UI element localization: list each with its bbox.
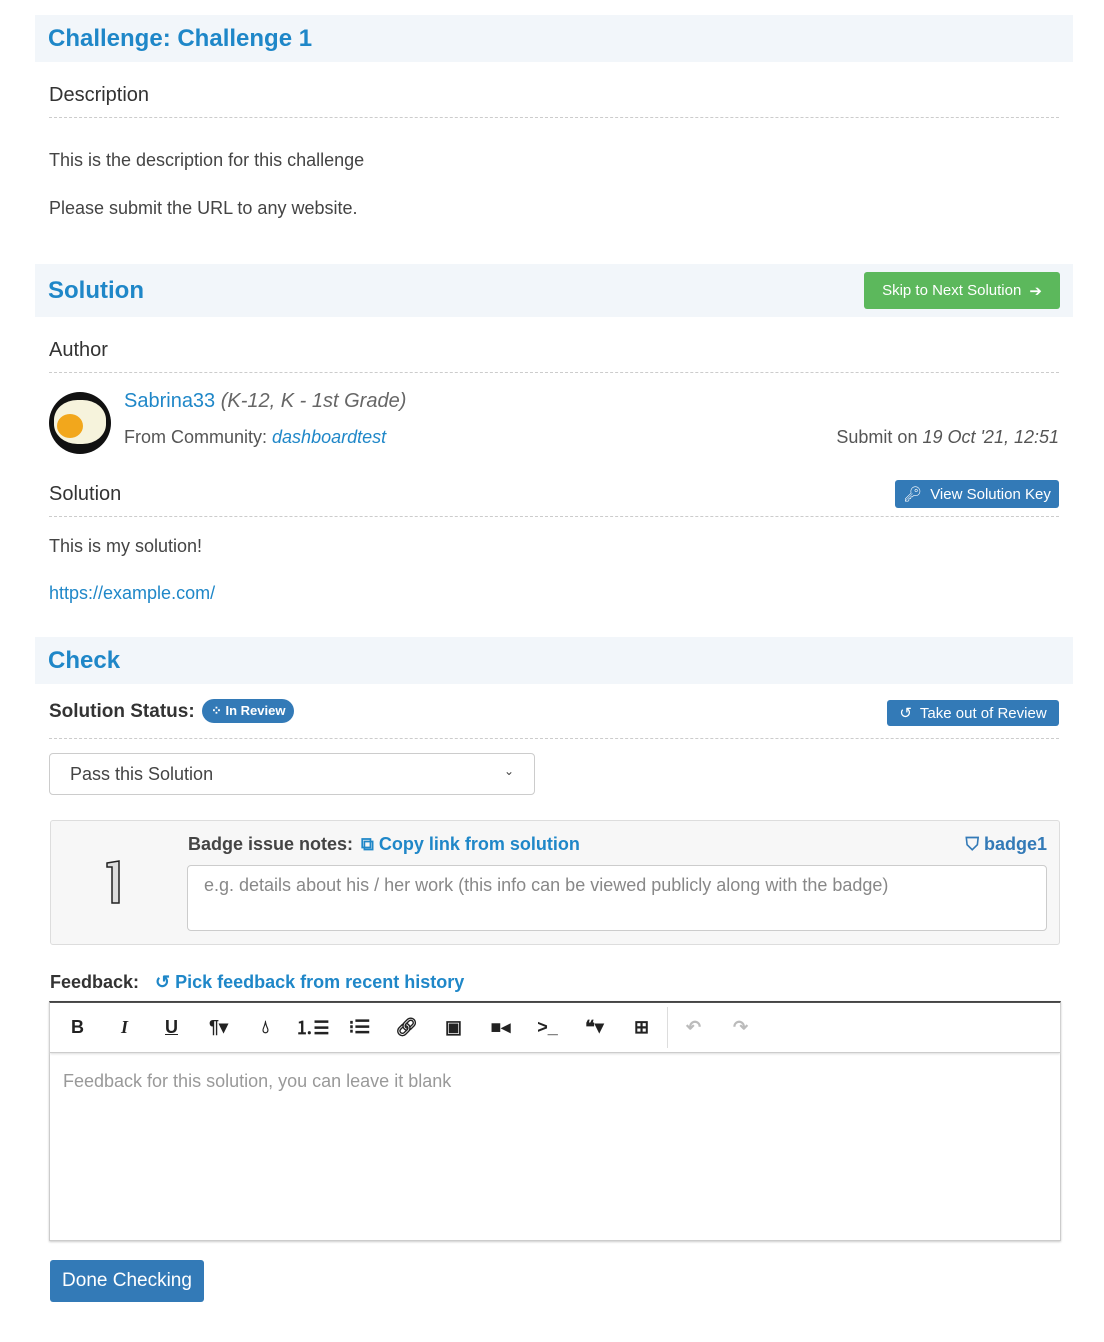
badge-notes-textarea[interactable]: e.g. details about his / her work (this … [187, 865, 1047, 931]
quote-icon[interactable]: ❝▾ [571, 1003, 618, 1051]
paragraph-icon[interactable]: ¶▾ [195, 1003, 242, 1051]
undo-icon: ↺ [899, 705, 912, 722]
ordered-list-icon[interactable]: ⒈☰ [289, 1003, 336, 1051]
unordered-list-icon[interactable]: ⁝☰ [336, 1003, 383, 1051]
italic-icon[interactable]: I [101, 1003, 148, 1051]
copy-link-label: Copy link from solution [378, 834, 580, 854]
image-icon[interactable]: ▣ [430, 1003, 477, 1051]
arrow-right-icon: ➔ [1029, 282, 1042, 300]
bold-icon[interactable]: B [54, 1003, 101, 1051]
link-icon[interactable]: 🔗︎ [383, 1003, 430, 1051]
pick-feedback-label: Pick feedback from recent history [175, 972, 465, 992]
view-solution-key-button[interactable]: 🔑︎ View Solution Key [895, 480, 1059, 508]
skip-label: Skip to Next Solution [882, 282, 1022, 299]
code-icon[interactable]: >_ [524, 1003, 571, 1051]
status-badge: ⁘ In Review [201, 699, 295, 723]
submit-date-line: Submit on 19 Oct '21, 12:51 [836, 427, 1059, 448]
shield-icon: ⛉ [965, 834, 979, 854]
select-value: Pass this Solution [70, 764, 214, 784]
decision-select[interactable]: Pass this Solution ⌄ [49, 753, 535, 795]
feedback-label: Feedback: [50, 972, 140, 992]
submit-label: Submit on [836, 427, 918, 447]
author-line: Sabrina33 (K-12, K - 1st Grade) [124, 390, 406, 413]
copy-link-button[interactable]: ⧉ Copy link from solution [361, 834, 580, 855]
video-icon[interactable]: ■◂ [477, 1003, 524, 1051]
instruction-text: Please submit the URL to any website. [49, 198, 358, 218]
solution-text: This is my solution! [49, 536, 203, 556]
chevron-down-icon: ⌄ [503, 764, 514, 778]
redo-icon[interactable]: ↷ [717, 1003, 764, 1051]
pick-feedback-button[interactable]: ↺ Pick feedback from recent history [155, 972, 464, 993]
feedback-editor: B I U ¶▾ 💧︎ ⒈☰ ⁝☰ 🔗︎ ▣ ■◂ >_ ❝▾ ⊞ ↶ ↷ Fe… [49, 1001, 1061, 1241]
color-drop-icon[interactable]: 💧︎ [242, 1003, 289, 1051]
community-label: From Community: [124, 427, 268, 447]
table-icon[interactable]: ⊞ [618, 1003, 665, 1051]
badge-image [106, 860, 120, 904]
toolbar-divider [667, 1007, 668, 1048]
submit-date: 19 Oct '21, 12:51 [922, 427, 1059, 447]
spinner-icon: ⁘ [210, 703, 222, 718]
take-out-label: Take out of Review [919, 704, 1047, 722]
skip-next-button[interactable]: Skip to Next Solution ➔ [864, 272, 1060, 309]
badge-notes-label: Badge issue notes: [188, 834, 354, 854]
undo-icon[interactable]: ↶ [670, 1003, 717, 1051]
description-heading: Description [49, 84, 1059, 118]
community-link[interactable]: dashboardtest [272, 427, 386, 447]
author-name[interactable]: Sabrina33 [124, 390, 215, 412]
community-line: From Community: dashboardtest [124, 427, 386, 448]
badge-panel: Badge issue notes: ⧉ Copy link from solu… [50, 820, 1060, 945]
description-text: This is the description for this challen… [49, 150, 365, 170]
key-icon: 🔑︎ [903, 486, 923, 503]
view-key-label: View Solution Key [930, 485, 1051, 503]
badge-name: ⛉ badge1 [965, 834, 1047, 855]
status-text: In Review [225, 703, 286, 718]
history-icon: ↺ [155, 972, 171, 992]
editor-toolbar: B I U ¶▾ 💧︎ ⒈☰ ⁝☰ 🔗︎ ▣ ■◂ >_ ❝▾ ⊞ ↶ ↷ [50, 1003, 1060, 1053]
check-title: Check [35, 637, 1073, 684]
solution-title: Solution [48, 276, 144, 304]
challenge-title: Challenge: Challenge 1 [35, 15, 1073, 62]
badge-name-text: badge1 [983, 834, 1047, 854]
avatar [49, 392, 111, 454]
take-out-review-button[interactable]: ↺ Take out of Review [887, 700, 1059, 726]
done-checking-button[interactable]: Done Checking [50, 1260, 204, 1302]
status-label: Solution Status: [49, 701, 195, 722]
underline-icon[interactable]: U [148, 1003, 195, 1051]
author-grade: (K-12, K - 1st Grade) [220, 390, 407, 412]
feedback-textarea[interactable]: Feedback for this solution, you can leav… [50, 1053, 1060, 1239]
author-heading: Author [49, 339, 1059, 373]
copy-icon: ⧉ [361, 834, 374, 854]
solution-url[interactable]: https://example.com/ [49, 583, 215, 604]
